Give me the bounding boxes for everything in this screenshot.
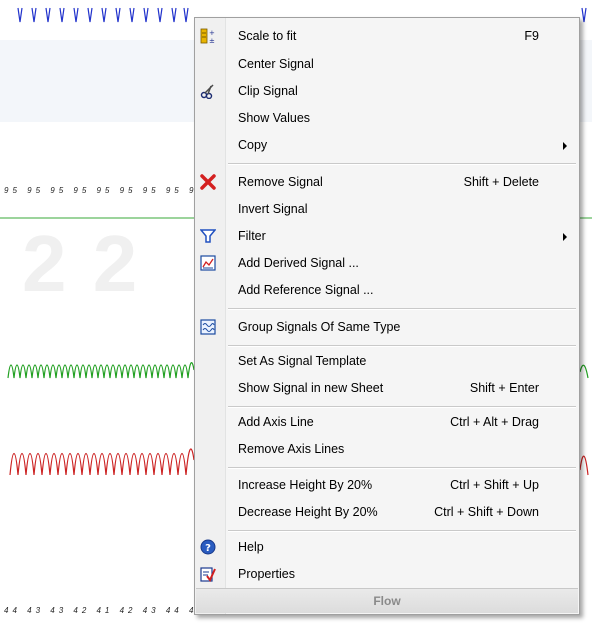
green-signal-trace-right [579, 364, 589, 379]
svg-text:±: ± [209, 37, 215, 44]
signal-context-menu: + ± Scale to fit F9 Center Signal Clip Si… [194, 17, 580, 615]
submenu-arrow-icon [563, 142, 567, 150]
derived-chart-icon [199, 254, 217, 272]
svg-text:+: + [209, 29, 215, 37]
menu-item-remove-axis-lines[interactable]: Remove Axis Lines [195, 436, 579, 462]
menu-item-properties[interactable]: Properties [195, 561, 579, 587]
menu-separator [228, 345, 576, 347]
menu-separator [228, 308, 576, 310]
red-x-icon [199, 173, 217, 191]
scissors-icon [199, 82, 217, 100]
funnel-icon [199, 227, 217, 245]
menu-separator [228, 467, 576, 469]
menu-item-copy[interactable]: Copy [195, 132, 579, 158]
scale-icon: + ± [199, 27, 217, 45]
menu-separator [228, 406, 576, 408]
submenu-arrow-icon [563, 233, 567, 241]
help-icon: ? [199, 538, 217, 556]
menu-item-center-signal[interactable]: Center Signal [195, 51, 579, 77]
menu-item-decrease-height[interactable]: Decrease Height By 20% Ctrl + Shift + Do… [195, 499, 579, 525]
green-signal-trace [7, 362, 195, 379]
menu-item-invert-signal[interactable]: Invert Signal [195, 196, 579, 222]
menu-item-add-reference-signal[interactable]: Add Reference Signal ... [195, 277, 579, 303]
menu-footer: Flow [196, 588, 578, 613]
menu-item-group-signals[interactable]: Group Signals Of Same Type [195, 314, 579, 340]
menu-separator [228, 163, 576, 165]
red-signal-trace-right [579, 455, 589, 476]
menu-item-set-as-signal-template[interactable]: Set As Signal Template [195, 348, 579, 374]
menu-item-increase-height[interactable]: Increase Height By 20% Ctrl + Shift + Up [195, 472, 579, 498]
menu-item-help[interactable]: ? Help [195, 534, 579, 560]
menu-item-remove-signal[interactable]: Remove Signal Shift + Delete [195, 169, 579, 195]
menu-item-show-values[interactable]: Show Values [195, 105, 579, 131]
properties-icon [199, 565, 217, 583]
menu-item-clip-signal[interactable]: Clip Signal [195, 78, 579, 104]
menu-item-add-axis-line[interactable]: Add Axis Line Ctrl + Alt + Drag [195, 409, 579, 435]
menu-item-show-signal-new-sheet[interactable]: Show Signal in new Sheet Shift + Enter [195, 375, 579, 401]
menu-separator [228, 530, 576, 532]
group-signals-icon [199, 318, 217, 336]
svg-text:?: ? [205, 543, 211, 554]
menu-item-scale-to-fit[interactable]: + ± Scale to fit F9 [195, 23, 579, 49]
menu-item-add-derived-signal[interactable]: Add Derived Signal ... [195, 250, 579, 276]
red-signal-trace [9, 448, 195, 476]
menu-item-filter[interactable]: Filter [195, 223, 579, 249]
